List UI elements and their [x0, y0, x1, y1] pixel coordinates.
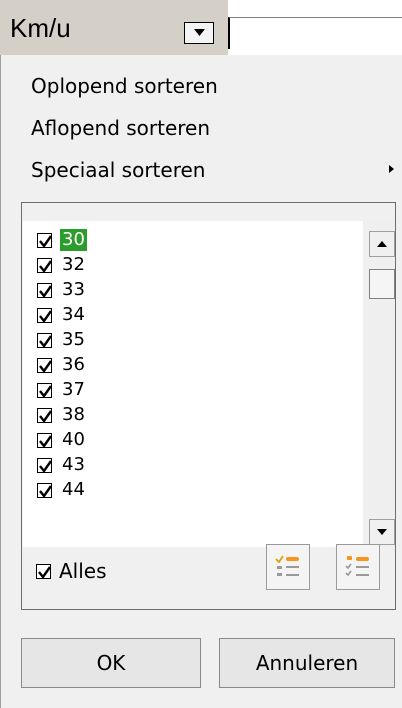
adjacent-cell-input[interactable] [228, 17, 402, 49]
select-all-checkbox[interactable] [36, 563, 51, 579]
list-item[interactable]: 35 [37, 329, 87, 351]
list-item[interactable]: 40 [37, 429, 87, 451]
item-label: 37 [62, 379, 85, 400]
sort-descending-item[interactable]: Aflopend sorteren [31, 115, 210, 141]
item-checkbox[interactable] [37, 282, 52, 298]
list-item[interactable]: 43 [37, 454, 87, 476]
list-item[interactable]: 34 [37, 304, 87, 326]
scroll-up-button[interactable] [369, 231, 395, 257]
uncheck-all-icon [345, 556, 369, 577]
item-label: 33 [62, 279, 85, 300]
uncheck-all-button[interactable] [336, 544, 380, 590]
item-label: 34 [62, 304, 85, 325]
filter-header: Km/u [0, 0, 402, 55]
list-item[interactable]: 44 [37, 479, 87, 501]
item-label: 43 [62, 454, 85, 475]
filter-popup: Oplopend sorteren Aflopend sorteren Spec… [0, 55, 402, 708]
item-checkbox[interactable] [37, 357, 52, 373]
select-all-row[interactable]: Alles [36, 559, 107, 583]
item-checkbox[interactable] [37, 432, 52, 448]
item-checkbox[interactable] [37, 407, 52, 423]
values-panel: 30 32 33 34 35 36 37 38 40 43 44 Alles [21, 202, 396, 610]
list-item[interactable]: 37 [37, 379, 87, 401]
arrow-down-icon [377, 529, 387, 535]
list-item[interactable]: 38 [37, 404, 87, 426]
chevron-down-icon [194, 29, 205, 36]
item-label: 40 [62, 429, 85, 450]
list-item[interactable]: 33 [37, 279, 87, 301]
sort-ascending-item[interactable]: Oplopend sorteren [31, 73, 218, 99]
field-header-cell: Km/u [0, 0, 228, 55]
arrow-up-icon [377, 241, 387, 247]
autofilter-window: Km/u Oplopend sorteren Aflopend sorteren… [0, 0, 402, 708]
list-item[interactable]: 30 [37, 229, 87, 251]
select-all-label: Alles [59, 559, 107, 583]
item-label: 38 [62, 404, 85, 425]
values-list[interactable]: 30 32 33 34 35 36 37 38 40 43 44 [23, 221, 363, 547]
item-label: 36 [62, 354, 85, 375]
item-checkbox[interactable] [37, 232, 52, 248]
filter-dropdown-button[interactable] [184, 22, 214, 44]
item-checkbox[interactable] [37, 482, 52, 498]
item-checkbox[interactable] [37, 332, 52, 348]
chevron-right-icon [389, 165, 394, 173]
item-checkbox[interactable] [37, 257, 52, 273]
check-all-button[interactable] [266, 544, 310, 590]
check-all-icon [275, 555, 299, 576]
list-item[interactable]: 32 [37, 254, 87, 276]
scroll-down-button[interactable] [369, 519, 395, 545]
item-label: 44 [62, 479, 85, 500]
item-checkbox[interactable] [37, 457, 52, 473]
item-checkbox[interactable] [37, 382, 52, 398]
field-label: Km/u [10, 13, 71, 43]
item-checkbox[interactable] [37, 307, 52, 323]
cancel-button[interactable]: Annuleren [219, 638, 395, 688]
item-label: 32 [62, 254, 85, 275]
list-item[interactable]: 36 [37, 354, 87, 376]
vertical-scrollbar[interactable] [363, 221, 395, 547]
item-label: 35 [62, 329, 85, 350]
scroll-thumb[interactable] [369, 269, 395, 299]
item-label: 30 [60, 229, 87, 251]
custom-sort-item[interactable]: Speciaal sorteren [31, 157, 205, 183]
ok-button[interactable]: OK [21, 638, 201, 688]
